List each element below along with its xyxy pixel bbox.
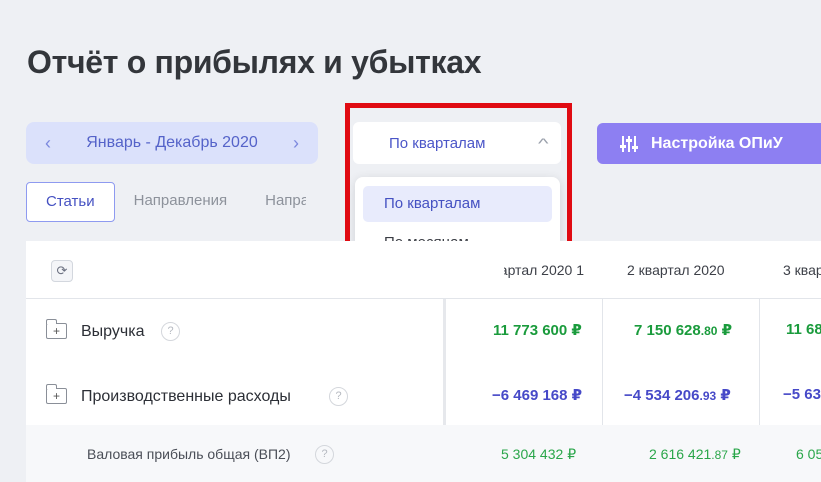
table-row: Валовая прибыль общая (ВП2) ? 5 304 432 … bbox=[26, 425, 821, 482]
table-row: + Выручка ? 11 773 600 ₽ 7 150 628.80 ₽ … bbox=[26, 299, 821, 361]
chevron-up-icon: ^ bbox=[538, 135, 549, 151]
table-row: + Производственные расходы ? −6 469 168 … bbox=[26, 361, 821, 425]
grouping-selected-label: По кварталам bbox=[389, 134, 486, 152]
tab-items[interactable]: Статьи bbox=[26, 182, 115, 222]
pnl-table: ⟳ 1 квартал 2020 2 квартал 2020 3 кварта… bbox=[26, 241, 821, 482]
cell-value: 11 68 bbox=[786, 321, 821, 338]
grouping-option-quarters[interactable]: По кварталам bbox=[363, 186, 552, 222]
period-selector: ‹ Январь - Декабрь 2020 › bbox=[26, 122, 318, 164]
table-header: ⟳ 1 квартал 2020 2 квартал 2020 3 кварта… bbox=[26, 241, 821, 299]
help-icon[interactable]: ? bbox=[161, 322, 180, 341]
cell-value: −6 469 168 ₽ bbox=[492, 387, 583, 404]
folder-plus-icon[interactable]: + bbox=[46, 384, 67, 404]
cell-value: −5 63 bbox=[783, 386, 821, 403]
folder-plus-icon[interactable]: + bbox=[46, 319, 67, 339]
column-header-q2: 2 квартал 2020 bbox=[627, 262, 725, 278]
cell-value: 5 304 432 ₽ bbox=[501, 446, 577, 462]
cell-value: 7 150 628.80 ₽ bbox=[634, 322, 733, 339]
cell-value: 11 773 600 ₽ bbox=[493, 322, 582, 339]
column-header-q3: 3 квартал 2020 bbox=[783, 262, 821, 278]
cell-value: 2 616 421.87 ₽ bbox=[649, 446, 741, 462]
settings-button[interactable]: Настройка ОПиУ bbox=[597, 123, 821, 164]
tabs: Статьи Направления Направления bbox=[26, 182, 306, 222]
grouping-select[interactable]: По кварталам ^ bbox=[353, 122, 561, 164]
chevron-right-icon[interactable]: › bbox=[286, 133, 306, 154]
page-title: Отчёт о прибылях и убытках bbox=[27, 44, 482, 80]
refresh-icon[interactable]: ⟳ bbox=[51, 260, 73, 282]
help-icon[interactable]: ? bbox=[329, 387, 348, 406]
cell-value: −4 534 206.93 ₽ bbox=[624, 387, 731, 404]
row-label: Производственные расходы bbox=[81, 388, 291, 405]
row-label: Валовая прибыль общая (ВП2) bbox=[87, 446, 291, 462]
sliders-icon bbox=[620, 135, 638, 152]
row-label: Выручка bbox=[81, 323, 145, 340]
tab-directions-2[interactable]: Направления bbox=[246, 182, 306, 222]
tab-directions[interactable]: Направления bbox=[115, 182, 247, 222]
chevron-left-icon[interactable]: ‹ bbox=[38, 133, 58, 154]
settings-button-label: Настройка ОПиУ bbox=[651, 134, 783, 152]
help-icon[interactable]: ? bbox=[315, 445, 334, 464]
cell-value: 6 05 bbox=[796, 446, 821, 462]
period-label[interactable]: Январь - Декабрь 2020 bbox=[86, 134, 257, 152]
